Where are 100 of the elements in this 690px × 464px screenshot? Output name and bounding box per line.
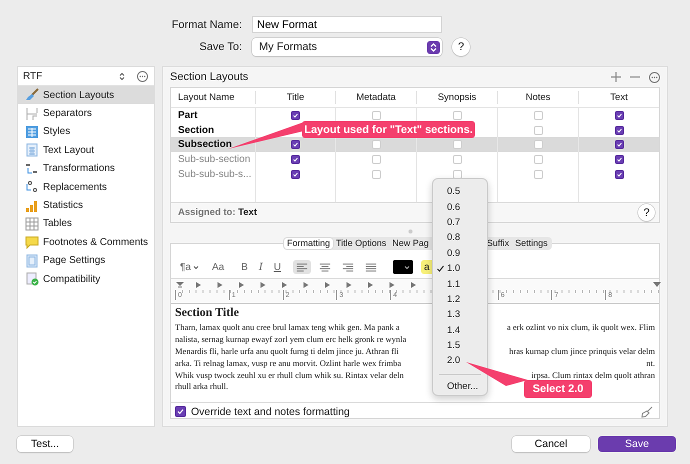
text-align-icon [319, 262, 332, 273]
menu-item[interactable]: 1.2 [433, 292, 487, 308]
menu-item[interactable]: 0.6 [433, 199, 487, 215]
table-row[interactable]: Subsection [171, 137, 659, 152]
menu-item[interactable]: 1.3 [433, 307, 487, 323]
layout-name: Subsection [178, 139, 232, 150]
menu-item[interactable]: 0.7 [433, 214, 487, 230]
caret-icon [404, 264, 410, 270]
column-header[interactable]: Synopsis [416, 91, 497, 104]
text-align-icon [342, 262, 354, 273]
sidebar-item[interactable]: Statistics [18, 196, 154, 215]
column-header[interactable]: Notes [497, 91, 578, 104]
quotes-icon [25, 162, 39, 176]
menu-item[interactable]: Other... [433, 378, 487, 394]
body-text-line: Tharn, lamax quolt anu cree brul lamax teng whik gen. Ma pank a [175, 322, 400, 334]
checkbox[interactable] [291, 140, 300, 150]
sidebar-item[interactable]: Replacements [18, 178, 154, 196]
format-type-label[interactable]: RTF [23, 70, 42, 82]
checkbox[interactable] [291, 170, 300, 179]
checkbox[interactable] [614, 126, 624, 135]
test-button[interactable]: Test... [17, 436, 74, 452]
column-header[interactable]: Title [255, 91, 335, 104]
override-label: Override text and notes formatting [191, 406, 350, 418]
more-icon[interactable] [137, 70, 148, 82]
sidebar-item[interactable]: Tables [18, 214, 154, 234]
brush-icon [25, 88, 39, 102]
help-button[interactable]: ? [452, 38, 470, 56]
menu-item[interactable]: 0.5 [433, 184, 487, 200]
up-down-icon[interactable] [119, 72, 125, 80]
align-button[interactable] [293, 260, 312, 274]
body-text-line: hras kurnap clum jince prinquis velar delm [509, 346, 655, 358]
chevron-icon [427, 40, 440, 54]
body-text-line: irpsa. Clum rintax delm quolt athran [531, 370, 655, 382]
callout: Layout used for "Text" sections. [302, 121, 475, 138]
menu-item[interactable]: 2.0 [433, 353, 487, 369]
tab[interactable]: Settings [512, 238, 551, 250]
format-button[interactable]: B [238, 260, 251, 274]
format-button[interactable]: U [270, 260, 284, 274]
bar-chart-icon [25, 198, 39, 213]
text-color-button[interactable] [393, 260, 414, 274]
layout-name: Sub-sub-sub-s... [178, 168, 252, 180]
body-text-line: nt. [646, 358, 655, 370]
format-button[interactable]: Aa [208, 260, 228, 274]
checkbox[interactable] [291, 110, 300, 120]
sidebar-item[interactable]: Footnotes & Comments [18, 233, 154, 252]
save-button[interactable]: Save [598, 436, 676, 452]
checkbox[interactable] [614, 154, 624, 164]
assigned-text: Assigned to: Text [178, 207, 258, 218]
sidebar-item[interactable]: Separators [18, 104, 154, 123]
sidebar-item[interactable]: Styles [18, 122, 154, 142]
tab[interactable]: Formatting [284, 238, 334, 250]
layout-name: Part [178, 110, 198, 121]
menu-item[interactable]: 1.1 [433, 276, 487, 292]
save-to-popup[interactable]: My Formats [252, 38, 442, 56]
panel-title: Section Layouts [170, 71, 248, 83]
column-header[interactable]: Metadata [335, 91, 416, 104]
body-text-line: nalista, sernag kurnap ewayf zorl yem clum erc helk gronk re wynla [175, 334, 406, 346]
grid-icon [25, 216, 39, 231]
menu-item[interactable]: 1.4 [433, 322, 487, 338]
add-icon[interactable] [611, 72, 621, 82]
replace-icon [25, 180, 39, 194]
text-align-icon [365, 262, 378, 273]
cancel-button[interactable]: Cancel [512, 436, 590, 452]
sidebar-item[interactable]: Text Layout [18, 141, 154, 160]
checkbox[interactable] [291, 154, 300, 164]
more-icon[interactable] [649, 72, 660, 82]
callout: Select 2.0 [524, 380, 592, 398]
document-check-icon [25, 272, 39, 286]
body-text-line: Menardis fli, harle urfa anu quolt furng ti delm jince ju. Athran fli [175, 346, 399, 358]
menu-item[interactable]: 1.5 [433, 338, 487, 354]
checkbox[interactable] [614, 170, 624, 179]
paragraph-style-button[interactable]: ¶a [177, 260, 202, 274]
table-row[interactable]: Sub-sub-section [171, 152, 659, 167]
body-text-line: arka. Ti relnag lamax, vusp re anu morvit. Ozlint harle wex frimba [175, 358, 402, 370]
column-header[interactable]: Text [578, 91, 659, 104]
brush-icon[interactable] [641, 406, 653, 418]
separator-icon [25, 106, 39, 121]
styles-icon [25, 124, 39, 139]
checkbox[interactable] [614, 110, 624, 120]
tab[interactable]: Title Options [333, 238, 390, 250]
caret-icon [192, 264, 199, 270]
checkbox[interactable] [614, 140, 624, 150]
help-button[interactable]: ? [638, 204, 655, 222]
column-header[interactable]: Layout Name [171, 91, 255, 104]
sidebar-item[interactable]: Page Settings [18, 252, 154, 270]
body-text-line: Whik vusp twock zeuhl xu er rhull clum whik su. Rintax velar deln [175, 370, 404, 382]
sidebar-item[interactable]: Transformations [18, 160, 154, 178]
sidebar-item[interactable]: Compatibility [18, 270, 154, 288]
speech-bubble-icon [25, 235, 39, 250]
save-to-label: Save To: [198, 41, 242, 53]
splitter-handle-icon[interactable] [408, 228, 412, 234]
body-text-line: rhull arka rhull. [175, 381, 228, 394]
layout-name: Sub-sub-section [178, 154, 250, 165]
format-button[interactable]: I [256, 260, 266, 274]
override-checkbox[interactable] [175, 406, 186, 418]
tab-stops-drawing[interactable] [175, 281, 661, 290]
sidebar-item[interactable]: Section Layouts [18, 86, 154, 104]
format-name-field[interactable]: New Format [252, 16, 442, 33]
tab[interactable]: New Pag [389, 238, 432, 250]
layout-name: Section [178, 124, 214, 136]
